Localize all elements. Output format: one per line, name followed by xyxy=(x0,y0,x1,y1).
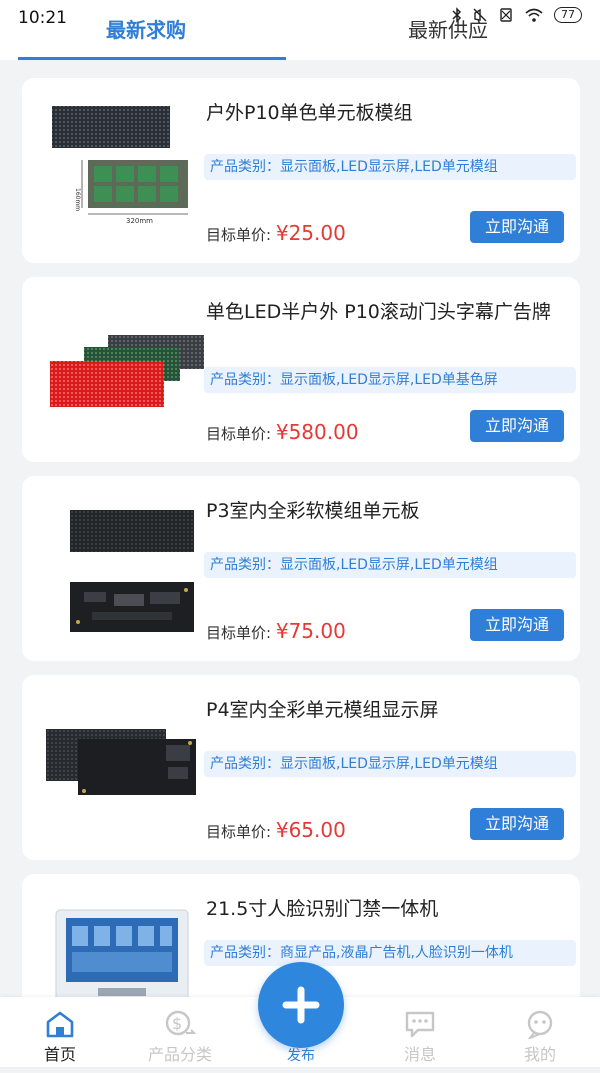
target-price: ¥580.00 xyxy=(275,420,359,444)
sim-icon xyxy=(500,8,512,22)
item-category-tags: 产品类别：显示面板,LED显示屏,LED单元模组 xyxy=(204,751,576,777)
purchase-list: 320mm 160mm 户外P10单色单元板模组 产品类别：显示面板,LED显示… xyxy=(22,78,580,1073)
list-item[interactable]: P3室内全彩软模组单元板 产品类别：显示面板,LED显示屏,LED单元模组 目标… xyxy=(22,476,580,661)
target-price: ¥65.00 xyxy=(275,818,346,842)
dimension-height-label: 160mm xyxy=(74,188,81,211)
home-icon xyxy=(46,1011,74,1038)
price-label: 目标单价: xyxy=(206,624,272,642)
product-image xyxy=(70,510,194,632)
active-tab-indicator xyxy=(18,57,286,60)
contact-now-button[interactable]: 立即沟通 xyxy=(470,211,564,243)
category-icon: $ xyxy=(165,1010,196,1036)
nav-home-label: 首页 xyxy=(43,1045,76,1064)
product-image: 320mm 160mm xyxy=(52,106,188,225)
item-category-tags: 产品类别：显示面板,LED显示屏,LED单元模组 xyxy=(204,154,576,180)
nav-messages-label: 消息 xyxy=(403,1045,436,1064)
nav-messages[interactable]: 消息 xyxy=(360,997,480,1067)
nav-mine-label: 我的 xyxy=(523,1045,556,1064)
item-title: P4室内全彩单元模组显示屏 xyxy=(206,699,439,721)
item-title: 21.5寸人脸识别门禁一体机 xyxy=(206,898,439,920)
mute-icon xyxy=(473,8,487,22)
list-item[interactable]: 单色LED半户外 P10滚动门头字幕广告牌 产品类别：显示面板,LED显示屏,L… xyxy=(22,277,580,462)
dimension-width-label: 320mm xyxy=(126,217,153,225)
nav-category-label: 产品分类 xyxy=(147,1045,212,1064)
publish-label: 发布 xyxy=(287,1048,315,1064)
item-title: 户外P10单色单元板模组 xyxy=(206,102,413,124)
contact-now-button[interactable]: 立即沟通 xyxy=(470,410,564,442)
wifi-icon xyxy=(525,8,543,22)
item-category-tags: 产品类别：显示面板,LED显示屏,LED单基色屏 xyxy=(204,367,576,393)
item-category-tags: 产品类别：显示面板,LED显示屏,LED单元模组 xyxy=(204,552,576,578)
price-label: 目标单价: xyxy=(206,226,272,244)
battery-icon: 77 xyxy=(554,7,582,23)
status-bar: 10:21 77 xyxy=(0,0,600,34)
contact-now-button[interactable]: 立即沟通 xyxy=(470,808,564,840)
target-price: ¥75.00 xyxy=(275,619,346,643)
status-time: 10:21 xyxy=(18,8,67,28)
svg-text:$: $ xyxy=(172,1014,182,1033)
nav-home[interactable]: 首页 xyxy=(0,997,120,1067)
price-row: 目标单价: ¥65.00 xyxy=(206,818,346,842)
item-title: P3室内全彩软模组单元板 xyxy=(206,500,420,522)
product-image xyxy=(46,729,196,795)
price-label: 目标单价: xyxy=(206,425,272,443)
price-row: 目标单价: ¥25.00 xyxy=(206,221,346,245)
bluetooth-icon xyxy=(452,7,462,23)
plus-icon xyxy=(282,986,320,1024)
contact-now-button[interactable]: 立即沟通 xyxy=(470,609,564,641)
item-title: 单色LED半户外 P10滚动门头字幕广告牌 xyxy=(206,301,551,323)
price-row: 目标单价: ¥75.00 xyxy=(206,619,346,643)
status-icons: 77 xyxy=(452,7,582,23)
price-row: 目标单价: ¥580.00 xyxy=(206,420,359,444)
nav-mine[interactable]: 我的 xyxy=(480,997,600,1067)
target-price: ¥25.00 xyxy=(275,221,346,245)
list-item[interactable]: P4室内全彩单元模组显示屏 产品类别：显示面板,LED显示屏,LED单元模组 目… xyxy=(22,675,580,860)
message-icon xyxy=(405,1011,435,1038)
nav-category[interactable]: $ 产品分类 xyxy=(120,997,240,1067)
list-item[interactable]: 320mm 160mm 户外P10单色单元板模组 产品类别：显示面板,LED显示… xyxy=(22,78,580,263)
price-label: 目标单价: xyxy=(206,823,272,841)
profile-icon xyxy=(527,1010,553,1039)
product-image xyxy=(50,335,204,407)
publish-button[interactable] xyxy=(258,962,344,1048)
